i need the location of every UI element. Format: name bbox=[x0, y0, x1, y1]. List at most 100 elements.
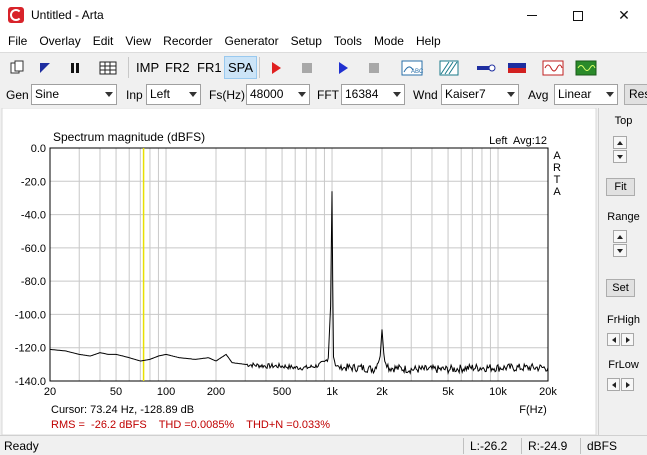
fit-button[interactable]: Fit bbox=[606, 178, 635, 196]
signal-view-button[interactable] bbox=[540, 56, 566, 79]
smoothing-button[interactable] bbox=[437, 56, 461, 79]
arta-letter: A bbox=[553, 150, 561, 162]
window-select-value: Kaiser7 bbox=[445, 87, 486, 101]
sample-rate-value: 48000 bbox=[250, 87, 284, 101]
minimize-button[interactable] bbox=[509, 0, 555, 31]
sample-rate-select[interactable]: 48000 bbox=[246, 84, 310, 105]
top-up-button[interactable] bbox=[613, 136, 627, 149]
chevron-down-icon bbox=[105, 92, 113, 97]
chevron-down-icon bbox=[298, 92, 306, 97]
wnd-label: Wnd bbox=[413, 88, 438, 102]
record-stop-button[interactable] bbox=[296, 56, 318, 79]
plot-title: Spectrum magnitude (dBFS) bbox=[53, 130, 205, 144]
frhigh-left-button[interactable] bbox=[607, 333, 620, 346]
cursor-arrow-icon bbox=[40, 62, 50, 73]
maximize-icon bbox=[573, 10, 583, 21]
x-tick-label: 100 bbox=[157, 386, 175, 398]
table-view-button[interactable] bbox=[96, 56, 120, 79]
range-label: Range bbox=[607, 211, 640, 223]
cursor-tool-button[interactable] bbox=[34, 56, 56, 79]
menu-file[interactable]: File bbox=[2, 31, 33, 51]
imp-mode-button[interactable]: IMP bbox=[133, 56, 162, 79]
y-tick-label: -60.0 bbox=[21, 243, 46, 255]
arrow-left-icon bbox=[611, 336, 616, 343]
stop-icon bbox=[302, 62, 312, 73]
left-level-readout: L:-26.2 bbox=[470, 439, 508, 453]
menu-setup[interactable]: Setup bbox=[285, 31, 328, 51]
arrow-right-icon bbox=[625, 336, 630, 343]
x-axis-unit: F(Hz) bbox=[519, 404, 547, 416]
generator-select-value: Sine bbox=[35, 87, 60, 101]
status-bar: Ready L:-26.2 R:-24.9 dBFS bbox=[0, 435, 647, 455]
fft-label: FFT bbox=[317, 88, 339, 102]
fft-size-select[interactable]: 16384 bbox=[341, 84, 405, 105]
y-tick-label: 0.0 bbox=[31, 143, 46, 155]
y-tick-label: -100.0 bbox=[15, 309, 46, 321]
arta-letter: R bbox=[553, 162, 561, 174]
input-select[interactable]: Left bbox=[146, 84, 201, 105]
title-bar: Untitled - Arta ✕ bbox=[0, 0, 647, 31]
fs-label: Fs(Hz) bbox=[209, 88, 245, 102]
window-select[interactable]: Kaiser7 bbox=[441, 84, 519, 105]
svg-text:ABC: ABC bbox=[411, 69, 423, 75]
chevron-down-icon bbox=[189, 92, 197, 97]
frlow-left-button[interactable] bbox=[607, 378, 620, 391]
y-tick-label: -40.0 bbox=[21, 210, 46, 222]
stop-icon bbox=[369, 62, 379, 73]
copy-button[interactable] bbox=[6, 56, 28, 79]
x-tick-label: 2k bbox=[376, 386, 388, 398]
generator-select[interactable]: Sine bbox=[31, 84, 117, 105]
spectrum-plot-panel[interactable]: 0.0 -20.0 -40.0 -60.0 -80.0 -100.0 -120.0 -140.… bbox=[0, 108, 598, 435]
chevron-down-icon bbox=[507, 92, 515, 97]
oscilloscope-button[interactable] bbox=[573, 56, 599, 79]
abc-weighting-button[interactable]: ABC bbox=[399, 56, 425, 79]
pause-icon bbox=[71, 62, 79, 73]
generator-play-button[interactable] bbox=[332, 56, 354, 79]
y-tick-label: -120.0 bbox=[15, 343, 46, 355]
reset-button[interactable]: Res bbox=[624, 84, 647, 105]
arrow-up-icon bbox=[617, 140, 623, 145]
fr1-mode-button[interactable]: FR1 bbox=[194, 56, 225, 79]
pause-button[interactable] bbox=[64, 56, 86, 79]
set-button[interactable]: Set bbox=[606, 279, 635, 297]
range-down-button[interactable] bbox=[613, 244, 627, 257]
x-tick-label: 1k bbox=[326, 386, 338, 398]
spa-mode-button[interactable]: SPA bbox=[224, 56, 258, 79]
menu-mode[interactable]: Mode bbox=[368, 31, 410, 51]
menu-edit[interactable]: Edit bbox=[87, 31, 120, 51]
menu-tools[interactable]: Tools bbox=[328, 31, 368, 51]
y-tick-label: -20.0 bbox=[21, 176, 46, 188]
inp-label: Inp bbox=[126, 88, 143, 102]
window-title: Untitled - Arta bbox=[31, 8, 104, 22]
frhigh-spinner bbox=[607, 333, 637, 346]
close-button[interactable]: ✕ bbox=[601, 0, 647, 31]
fft-size-value: 16384 bbox=[345, 87, 379, 101]
spectrum-chart[interactable]: 0.0 -20.0 -40.0 -60.0 -80.0 -100.0 -120.0 -140.… bbox=[0, 108, 598, 435]
level-meter-button[interactable] bbox=[504, 56, 530, 79]
frlow-right-button[interactable] bbox=[621, 378, 634, 391]
avg-label: Avg bbox=[528, 88, 549, 102]
menu-view[interactable]: View bbox=[119, 31, 157, 51]
record-play-button[interactable] bbox=[265, 56, 287, 79]
status-text: Ready bbox=[4, 439, 39, 453]
fr2-mode-button[interactable]: FR2 bbox=[162, 56, 193, 79]
averaging-select[interactable]: Linear bbox=[554, 84, 618, 105]
maximize-button[interactable] bbox=[555, 0, 601, 31]
arrow-down-icon bbox=[617, 248, 623, 253]
menu-help[interactable]: Help bbox=[410, 31, 447, 51]
x-tick-label: 20 bbox=[44, 386, 56, 398]
x-tick-label: 10k bbox=[489, 386, 507, 398]
x-tick-label: 500 bbox=[273, 386, 291, 398]
probe-button[interactable] bbox=[473, 56, 499, 79]
frhigh-right-button[interactable] bbox=[621, 333, 634, 346]
play-red-icon bbox=[272, 61, 281, 74]
gen-label: Gen bbox=[6, 88, 29, 102]
arta-app-icon[interactable] bbox=[8, 7, 24, 23]
top-down-button[interactable] bbox=[613, 150, 627, 163]
menu-generator[interactable]: Generator bbox=[219, 31, 285, 51]
menu-recorder[interactable]: Recorder bbox=[157, 31, 218, 51]
generator-stop-button[interactable] bbox=[363, 56, 385, 79]
menu-overlay[interactable]: Overlay bbox=[33, 31, 86, 51]
range-up-button[interactable] bbox=[613, 230, 627, 243]
probe-icon bbox=[477, 64, 496, 71]
